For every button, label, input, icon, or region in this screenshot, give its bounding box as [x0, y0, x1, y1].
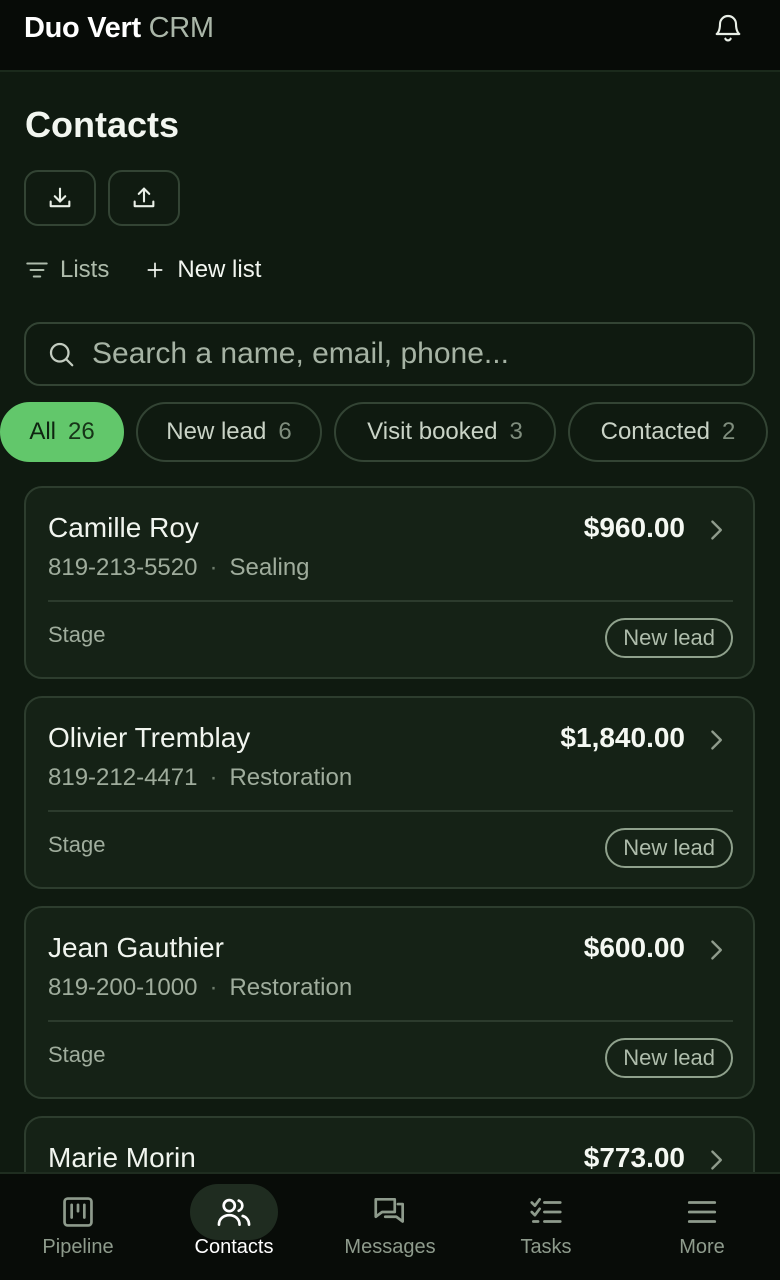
- download-button[interactable]: [24, 170, 96, 226]
- nav-messages[interactable]: Messages: [312, 1174, 468, 1280]
- contact-card[interactable]: Jean Gauthier $600.00 819-200-1000 · Resto…: [24, 906, 755, 1099]
- nav-contacts[interactable]: Contacts: [156, 1174, 312, 1280]
- search-icon: [49, 342, 74, 367]
- upload-button[interactable]: [108, 170, 180, 226]
- card-divider: [48, 1020, 733, 1022]
- contact-card[interactable]: Olivier Tremblay $1,840.00 819-212-4471 ·…: [24, 696, 755, 889]
- nav-label: Tasks: [520, 1236, 572, 1258]
- brand-suffix: CRM: [148, 12, 214, 44]
- chip-label: All: [29, 418, 56, 445]
- contact-meta: 819-213-5520 · Sealing: [48, 554, 310, 581]
- contact-name: Marie Morin: [48, 1142, 196, 1173]
- new-list-label: New list: [177, 256, 262, 283]
- chevron-right-icon: [711, 520, 722, 540]
- brand-name: Duo Vert: [24, 12, 141, 44]
- chevron-right-icon: [711, 730, 722, 750]
- filter-icon: [26, 262, 48, 278]
- download-icon: [49, 187, 71, 208]
- upload-icon: [133, 187, 155, 208]
- contact-phone: 819-213-5520: [48, 554, 198, 581]
- contacts-icon: [214, 1192, 254, 1232]
- tasks-icon: [526, 1192, 566, 1232]
- filter-chip-contacted[interactable]: Contacted 2: [568, 402, 768, 462]
- chip-count: 2: [722, 418, 736, 445]
- bell-icon[interactable]: [710, 10, 746, 46]
- chip-count: 3: [509, 418, 523, 445]
- stage-label: Stage: [48, 832, 106, 857]
- contact-phone: 819-212-4471: [48, 764, 198, 791]
- nav-pipeline[interactable]: Pipeline: [0, 1174, 156, 1280]
- nav-label: More: [679, 1236, 725, 1258]
- nav-label: Contacts: [194, 1236, 274, 1258]
- search-box: [24, 322, 755, 386]
- contact-amount: $1,840.00: [560, 722, 685, 753]
- chip-count: 6: [278, 418, 292, 445]
- contact-amount: $960.00: [583, 512, 685, 543]
- filter-chip-all[interactable]: All 26: [0, 402, 124, 462]
- chip-count: 26: [67, 418, 95, 445]
- contact-amount: $600.00: [583, 932, 685, 963]
- contact-meta: 819-212-4471 · Restoration: [48, 764, 353, 791]
- lists-label: Lists: [60, 256, 110, 283]
- top-bar: Duo Vert CRM: [0, 0, 780, 72]
- new-list-button[interactable]: New list: [145, 256, 261, 284]
- contact-name: Olivier Tremblay: [48, 722, 251, 753]
- messages-icon: [370, 1192, 410, 1232]
- contact-service: Restoration: [229, 764, 353, 791]
- contact-service: Sealing: [229, 554, 310, 581]
- contact-amount: $773.00: [583, 1142, 685, 1173]
- card-divider: [48, 600, 733, 602]
- pipeline-icon: [58, 1192, 98, 1232]
- contact-phone: 819-200-1000: [48, 974, 198, 1001]
- bottom-nav: Pipeline Contacts Messages Tasks More: [0, 1172, 780, 1280]
- contact-card[interactable]: Camille Roy $960.00 819-213-5520 · Sealing…: [24, 486, 755, 679]
- nav-more[interactable]: More: [624, 1174, 780, 1280]
- chip-label: Contacted: [600, 418, 711, 445]
- nav-tasks[interactable]: Tasks: [468, 1174, 624, 1280]
- contact-meta: 819-200-1000 · Restoration: [48, 974, 353, 1001]
- stage-label: Stage: [48, 1042, 106, 1067]
- contact-service: Restoration: [229, 974, 353, 1001]
- stage-badge: New lead: [605, 1038, 733, 1078]
- chevron-right-icon: [711, 1150, 722, 1170]
- stage-label: Stage: [48, 622, 106, 647]
- lists-button[interactable]: Lists: [24, 256, 109, 284]
- chip-label: New lead: [166, 418, 267, 445]
- filter-chip-visit-booked[interactable]: Visit booked 3: [334, 402, 556, 462]
- lists-row: Lists New list: [24, 252, 261, 288]
- filter-chips: All 26 New lead 6 Visit booked 3 Contact…: [0, 402, 780, 462]
- filter-chip-new-lead[interactable]: New lead 6: [136, 402, 322, 462]
- nav-label: Messages: [344, 1236, 436, 1258]
- stage-badge: New lead: [605, 828, 733, 868]
- page-title: Contacts: [25, 104, 180, 145]
- nav-label: Pipeline: [42, 1236, 114, 1258]
- plus-icon: [147, 262, 163, 278]
- search-input[interactable]: [92, 337, 732, 371]
- contact-name: Jean Gauthier: [48, 932, 224, 963]
- chip-label: Visit booked: [367, 418, 498, 445]
- menu-icon: [682, 1192, 722, 1232]
- contact-name: Camille Roy: [48, 512, 199, 543]
- card-divider: [48, 810, 733, 812]
- chevron-right-icon: [711, 940, 722, 960]
- app-brand: Duo Vert CRM: [24, 12, 214, 45]
- stage-badge: New lead: [605, 618, 733, 658]
